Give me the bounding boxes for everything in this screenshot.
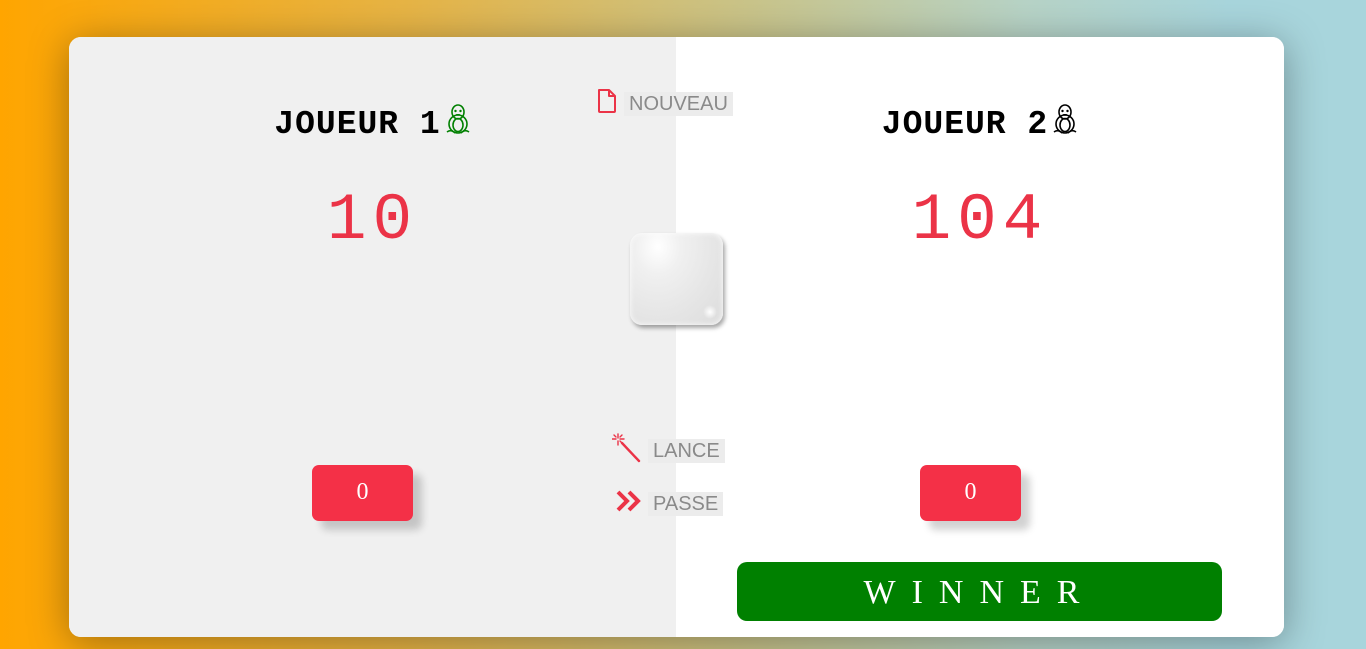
player-2-score: 104	[911, 183, 1049, 258]
magic-wand-icon	[611, 433, 642, 469]
player-1-name-label: JOUEUR 1	[274, 106, 441, 143]
player-1-panel: JOUEUR 1 10 0	[69, 37, 676, 637]
hold-label: PASSE	[648, 492, 724, 516]
new-game-label: NOUVEAU	[624, 92, 733, 116]
new-game-button[interactable]: NOUVEAU	[596, 88, 733, 120]
player-2-name: JOUEUR 2	[676, 103, 1284, 145]
file-icon	[596, 88, 618, 120]
player-2-panel: JOUEUR 2 104 0 WINNER	[676, 37, 1284, 637]
player-2-current-score: 0	[920, 465, 1021, 521]
player-1-current-score: 0	[312, 465, 413, 521]
player-1-name: JOUEUR 1	[69, 103, 676, 145]
roll-dice-label: LANCE	[648, 439, 725, 463]
player-1-score: 10	[326, 183, 419, 258]
game-board: JOUEUR 1 10 0 JOUEUR 2 104 0 WINNER NOUV…	[69, 37, 1284, 637]
tux-penguin-icon	[445, 103, 471, 145]
winner-banner: WINNER	[737, 562, 1222, 621]
double-chevron-right-icon	[616, 489, 642, 519]
roll-dice-button[interactable]: LANCE	[611, 433, 725, 469]
hold-button[interactable]: PASSE	[616, 489, 724, 519]
player-2-name-label: JOUEUR 2	[881, 106, 1049, 143]
tux-penguin-icon	[1052, 103, 1078, 145]
dice	[630, 233, 723, 325]
